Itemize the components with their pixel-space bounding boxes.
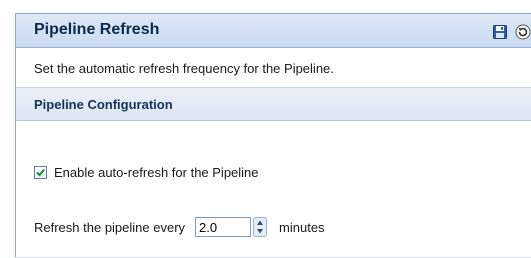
refresh-icon[interactable] [515,24,531,40]
refresh-interval-input[interactable] [195,217,252,237]
pipeline-refresh-panel: Pipeline Refresh Set the automatic refre… [15,13,531,258]
refresh-interval-row: Refresh the pipeline every minutes [34,217,325,237]
auto-refresh-checkbox[interactable] [34,166,47,179]
checkmark-icon [36,168,45,177]
save-icon[interactable] [493,25,507,39]
title-bar: Pipeline Refresh [16,14,531,48]
auto-refresh-label: Enable auto-refresh for the Pipeline [54,165,259,180]
description-text: Set the automatic refresh frequency for … [16,48,531,88]
section-header-pipeline-configuration: Pipeline Configuration [16,88,531,121]
panel-title: Pipeline Refresh [34,21,160,38]
refresh-interval-label: Refresh the pipeline every [34,219,186,235]
auto-refresh-row: Enable auto-refresh for the Pipeline [34,165,259,180]
refresh-interval-spinner[interactable] [253,217,268,237]
refresh-interval-units: minutes [279,219,325,235]
